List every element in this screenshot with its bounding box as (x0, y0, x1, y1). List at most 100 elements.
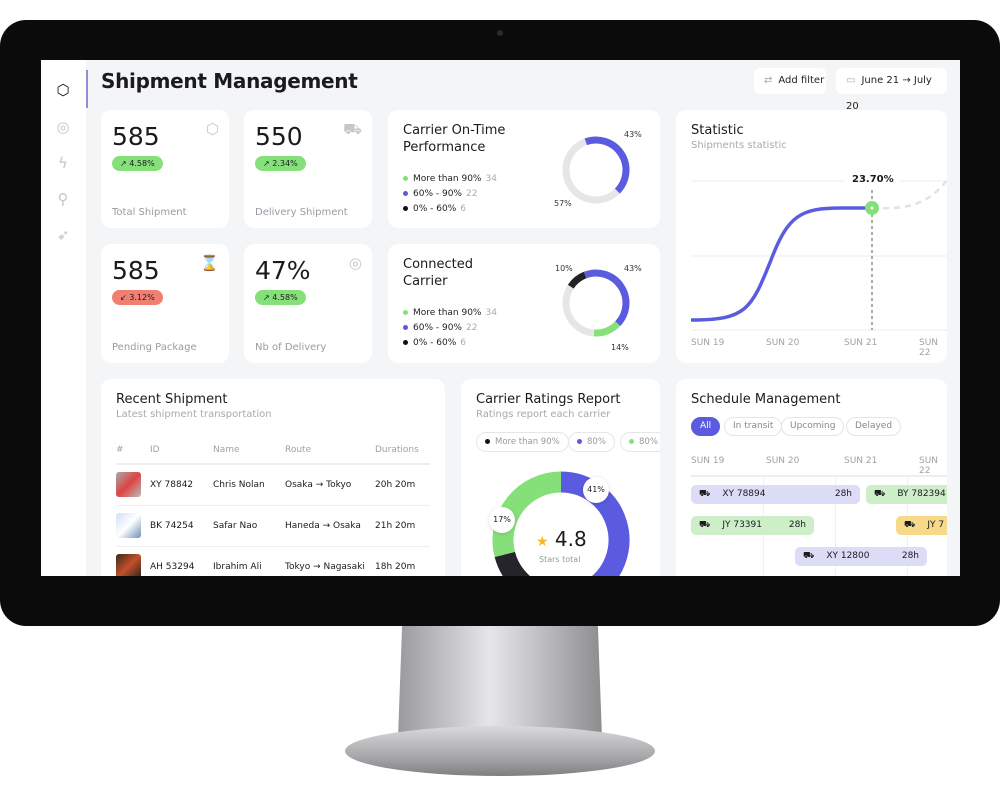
shipment-duration: 18h 20m (375, 546, 430, 576)
legend-dot (403, 176, 408, 181)
stat-value: 585 (112, 256, 160, 285)
legend-item: 0% - 60% 6 (403, 338, 466, 348)
bolt-icon[interactable]: ϟ (54, 154, 72, 172)
legend-label: 0% - 60% (413, 204, 457, 214)
bar-hours: 28h (834, 489, 852, 499)
hourglass-icon: ⌛ (200, 254, 219, 272)
tab-upcoming[interactable]: Upcoming (781, 417, 845, 436)
rating-score: ★ 4.8 (536, 527, 587, 551)
star-icon: ★ (536, 534, 549, 550)
chip-label: 80% (587, 437, 606, 447)
sidebar: ⬡ ◎ ϟ ⚲ ➶ (41, 60, 86, 576)
tab-all[interactable]: All (691, 417, 721, 436)
shipment-id: AH 53294 (150, 546, 213, 576)
filter-chip[interactable]: 80% (568, 432, 615, 452)
location-icon[interactable]: ⚲ (54, 190, 72, 208)
stat-card-pending-package: 585 ↙ 3.12% Pending Package ⌛ (101, 244, 229, 363)
schedule-management-card: Schedule Management All In transit Upcom… (676, 379, 947, 576)
day-label: SUN 19 (691, 456, 725, 466)
stat-card-nb-delivery: 47% ↗ 4.58% Nb of Delivery ◎ (244, 244, 372, 363)
schedule-bar[interactable]: ⛟ XY 12800 28h (795, 547, 927, 566)
date-range-label: June 21 → July 20 (846, 75, 932, 112)
truck-icon: ⛟ (343, 120, 362, 138)
tab-in-transit[interactable]: In transit (724, 417, 783, 436)
schedule-bar[interactable]: ⛟ JY 7 (896, 516, 947, 535)
schedule-bar[interactable]: ⛟ BY 782394 (866, 485, 947, 504)
column-header: ID (150, 437, 213, 465)
legend-count: 22 (465, 323, 478, 333)
legend-item: More than 90% 34 (403, 174, 497, 184)
series-line (690, 206, 872, 322)
schedule-bar[interactable]: ⛟ XY 78894 28h (691, 485, 860, 504)
rocket-icon[interactable]: ➶ (54, 226, 72, 244)
filter-chip[interactable]: More than 90% (476, 432, 569, 452)
table-row[interactable]: BK 74254 Safar Nao Haneda → Osaka 21h 20… (116, 505, 430, 547)
legend-item: 0% - 60% 6 (403, 204, 466, 214)
highlight-value: 23.70% (852, 174, 894, 185)
table-row[interactable]: AH 53294 Ibrahim Ali Tokyo → Nagasaki 18… (116, 546, 430, 576)
stat-value: 585 (112, 122, 160, 151)
box-icon[interactable]: ⬡ (54, 81, 72, 99)
donut-segment (562, 284, 595, 337)
title-line: Carrier On-Time (403, 123, 506, 138)
divider (691, 475, 947, 477)
legend-count: 22 (465, 189, 478, 199)
monitor-stand (398, 626, 602, 738)
truck-icon: ⛟ (803, 551, 815, 561)
shipment-duration: 21h 20m (375, 505, 430, 547)
truck-icon: ⛟ (904, 520, 916, 530)
legend-item: 60% - 90% 22 (403, 189, 477, 199)
shipment-name: Ibrahim Ali (213, 546, 285, 576)
shipment-id: XY 78842 (150, 464, 213, 506)
donut-segment (593, 321, 621, 337)
legend-item: More than 90% 34 (403, 308, 497, 318)
bar-hours: 28h (788, 520, 806, 530)
legend-label: 0% - 60% (413, 338, 457, 348)
donut-label: 10% (555, 264, 573, 273)
bar-id: XY 78894 (722, 489, 766, 499)
schedule-bar[interactable]: ⛟ JY 73391 28h (691, 516, 814, 535)
card-title: Schedule Management (691, 392, 841, 407)
truck-icon: ⛟ (874, 489, 886, 499)
change-badge: ↗ 2.34% (255, 156, 306, 171)
date-range-button[interactable]: ▭ June 21 → July 20 (836, 68, 947, 112)
legend-dot (403, 310, 408, 315)
legend-dot (629, 439, 634, 444)
legend-dot (403, 340, 408, 345)
title-line: Connected (403, 257, 474, 272)
donut-label: 43% (624, 130, 642, 139)
card-title: Carrier On-Time Performance (403, 122, 505, 156)
column-header: Name (213, 437, 285, 465)
score-value: 4.8 (554, 527, 587, 551)
table-row[interactable]: XY 78842 Chris Nolan Osaka → Tokyo 20h 2… (116, 464, 430, 506)
tab-delayed[interactable]: Delayed (846, 417, 902, 436)
truck-icon: ⛟ (699, 520, 711, 530)
legend-dot (403, 325, 408, 330)
add-filter-label: Add filter (778, 75, 825, 86)
target-icon[interactable]: ◎ (54, 118, 72, 136)
statistic-line-chart (690, 172, 947, 331)
change-badge: ↙ 3.12% (112, 290, 163, 305)
shipment-name: Chris Nolan (213, 464, 285, 506)
carrier-ratings-card: Carrier Ratings Report Ratings report ea… (461, 379, 660, 576)
shipment-route: Haneda → Osaka (285, 505, 375, 547)
card-subtitle: Ratings report each carrier (476, 409, 611, 420)
donut-segment (562, 138, 620, 204)
carrier-on-time-card: Carrier On-Time Performance More than 90%… (388, 110, 660, 228)
legend-label: 60% - 90% (413, 189, 462, 199)
donut-label: 17% (489, 507, 515, 533)
title-line: Carrier (403, 274, 448, 289)
change-badge: ↗ 4.58% (255, 290, 306, 305)
donut-label: 14% (611, 343, 629, 352)
truck-thumbnail (116, 554, 141, 576)
legend-dot (485, 439, 490, 444)
box-icon: ⬡ (205, 120, 219, 138)
filter-icon: ⇄ (764, 75, 773, 86)
title-line: Performance (403, 140, 486, 155)
add-filter-button[interactable]: ⇄ Add filter (754, 68, 826, 94)
change-badge: ↗ 4.58% (112, 156, 163, 171)
filter-chip[interactable]: 80% (620, 432, 660, 452)
shipment-route: Osaka → Tokyo (285, 464, 375, 506)
recent-shipment-card: Recent Shipment Latest shipment transpor… (101, 379, 445, 576)
shipment-table: # ID Name Route Durations XY 78842 Chris… (116, 437, 430, 576)
